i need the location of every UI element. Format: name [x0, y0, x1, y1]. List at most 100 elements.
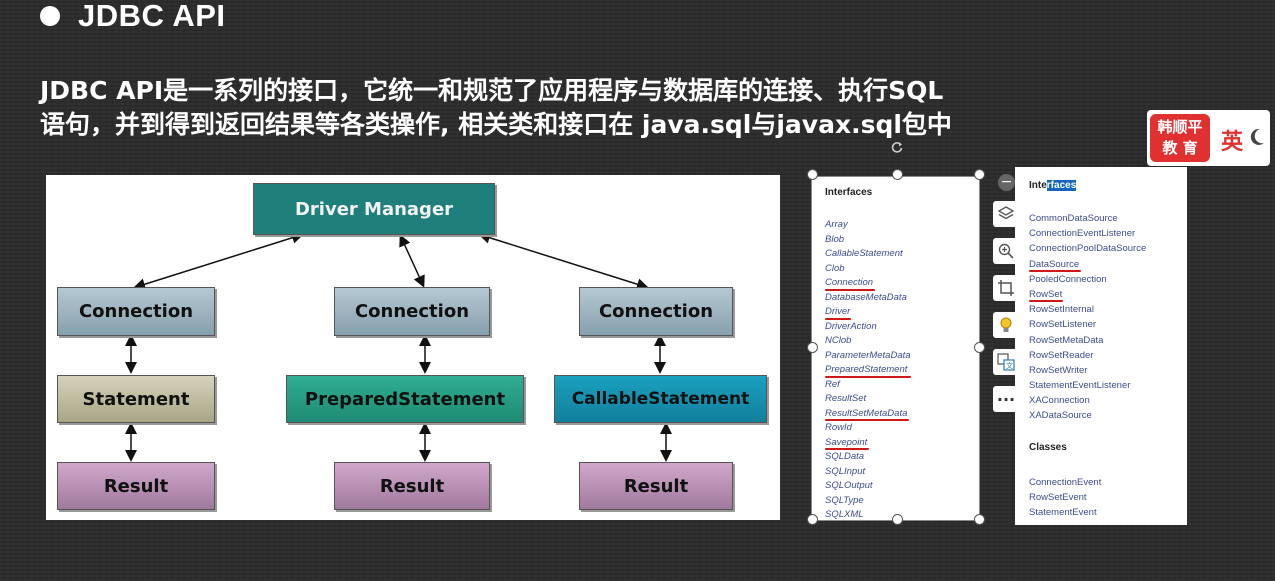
java-sql-interface-item-label: SQLInput: [825, 465, 866, 477]
callable-statement-box: CallableStatement: [554, 375, 767, 423]
javax-sql-interface-item: XADataSource: [1029, 408, 1187, 423]
brand-logo: 韩顺平 教 育: [1150, 114, 1210, 162]
svg-text:文: 文: [1006, 361, 1013, 370]
language-toggle[interactable]: 英: [1221, 124, 1243, 156]
driver-manager-box: Driver Manager: [253, 183, 495, 235]
slide-heading: JDBC API: [40, 0, 226, 36]
javax-sql-class-item: StatementEvent: [1029, 505, 1187, 520]
javax-sql-interface-item: RowSetWriter: [1029, 363, 1187, 378]
resize-handle-bottom-left[interactable]: [807, 514, 818, 525]
javax-sql-interface-item-label: RowSetReader: [1029, 349, 1094, 361]
javax-sql-interface-item-label: ConnectionEventListener: [1029, 228, 1136, 240]
connection-box-3: Connection: [579, 287, 733, 336]
java-sql-interface-item-label: Array: [825, 219, 848, 230]
java-sql-interface-item-label: Ref: [825, 378, 840, 390]
java-sql-interface-item: Blob: [825, 233, 979, 248]
java-sql-interface-item-label: SQLXML: [825, 509, 864, 520]
javax-sql-interface-item: XAConnection: [1029, 393, 1187, 408]
moon-icon[interactable]: [1249, 128, 1265, 150]
javax-sql-interface-item: RowSetListener: [1029, 317, 1187, 332]
arrow-dm-conn1: [133, 231, 304, 291]
java-sql-interface-item-label: Savepoint: [825, 436, 868, 448]
java-sql-interface-item: SQLType: [825, 494, 979, 509]
resize-handle-bottom[interactable]: [892, 514, 903, 525]
brand-badge[interactable]: 韩顺平 教 育 英: [1147, 110, 1270, 166]
java-sql-interface-list: Array Blob CallableStatement Clob Connection…: [825, 218, 979, 520]
rotate-icon[interactable]: [890, 139, 904, 158]
brand-logo-line1: 韩顺平: [1157, 118, 1203, 136]
resize-handle-top-right[interactable]: [974, 169, 985, 180]
java-sql-interface-item-label: ResultSetMetaData: [825, 407, 908, 419]
java-sql-interface-item: DatabaseMetaData: [825, 291, 979, 306]
javax-sql-class-item-label: StatementEvent: [1029, 507, 1097, 518]
java-sql-interface-item: PreparedStatement: [825, 363, 979, 378]
java-sql-interface-item-label: Connection: [825, 277, 874, 288]
statement-box: Statement: [57, 375, 215, 423]
minus-icon[interactable]: −: [998, 174, 1015, 191]
java-sql-interface-item-label: Blob: [825, 233, 845, 245]
java-sql-interface-item-label: SQLOutput: [825, 480, 873, 491]
javax-sql-interface-list: CommonDataSource ConnectionEventListener C…: [1029, 211, 1187, 424]
javax-interfaces-title-part1: Inte: [1029, 180, 1047, 191]
javax-sql-interface-item: RowSetMetaData: [1029, 333, 1187, 348]
javax-sql-interface-item: RowSetReader: [1029, 348, 1187, 363]
arrow-dm-conn3: [478, 231, 649, 291]
javax-sql-interface-item-label: RowSetMetaData: [1029, 334, 1104, 346]
interfaces-title: Interfaces: [825, 187, 873, 198]
description-line-2: 语句，并到得到返回结果等各类操作, 相关类和接口在 java.sql与javax…: [40, 110, 952, 139]
result-box-1: Result: [57, 462, 215, 510]
resize-handle-top-left[interactable]: [807, 169, 818, 180]
java-sql-interface-item: NClob: [825, 334, 979, 349]
javax-sql-interface-item-label: CommonDataSource: [1029, 213, 1118, 224]
brand-logo-line2: 教 育: [1162, 139, 1198, 157]
java-sql-interface-item: ResultSet: [825, 392, 979, 407]
javax-sql-interface-item-label: XADataSource: [1029, 410, 1092, 422]
resize-handle-left[interactable]: [807, 342, 818, 353]
java-sql-interface-item: RowId: [825, 421, 979, 436]
javax-sql-interface-item-label: PooledConnection: [1029, 273, 1107, 285]
java-sql-interface-item-label: ResultSet: [825, 393, 867, 404]
javax-sql-panel: Interfaces CommonDataSource ConnectionEve…: [1015, 167, 1187, 525]
resize-handle-bottom-right[interactable]: [974, 514, 985, 525]
java-sql-interface-item-label: Driver: [825, 306, 851, 317]
javax-sql-interface-item-label: ConnectionPoolDataSource: [1029, 243, 1147, 255]
javax-sql-interface-item: ConnectionPoolDataSource: [1029, 241, 1187, 256]
java-sql-interface-item: Array: [825, 218, 979, 233]
javax-sql-interface-item: ConnectionEventListener: [1029, 226, 1187, 241]
javax-sql-class-item: RowSetEvent: [1029, 490, 1187, 505]
java-sql-interface-item: CallableStatement: [825, 247, 979, 262]
java-sql-interface-item-label: RowId: [825, 422, 852, 433]
slide-description: JDBC API是一系列的接口，它统一和规范了应用程序与数据库的连接、执行SQL…: [40, 74, 1150, 142]
java-sql-interface-item-label: ParameterMetaData: [825, 349, 911, 361]
connection-box-2: Connection: [334, 287, 490, 336]
javax-sql-interface-item: DataSource: [1029, 257, 1187, 272]
javax-sql-class-item-label: ConnectionEvent: [1029, 476, 1102, 488]
javax-sql-interface-item-label: RowSetWriter: [1029, 364, 1088, 376]
javax-sql-interface-item: RowSet: [1029, 287, 1187, 303]
java-sql-interface-item: Clob: [825, 262, 979, 277]
java-sql-interface-item: Ref: [825, 378, 979, 393]
result-box-2: Result: [334, 462, 490, 510]
javax-sql-interface-item: CommonDataSource: [1029, 211, 1187, 226]
connection-box-1: Connection: [57, 287, 215, 336]
arrow-dm-conn2: [399, 234, 425, 288]
javax-sql-interface-item: PooledConnection: [1029, 272, 1187, 287]
java-sql-interface-item-label: PreparedStatement: [825, 364, 908, 375]
jdbc-architecture-diagram: Driver Manager Connection Connection Con…: [46, 175, 780, 520]
heading-text: JDBC API: [78, 0, 226, 33]
javax-interfaces-title: Interfaces: [1029, 180, 1187, 191]
javax-sql-interface-item-label: XAConnection: [1029, 395, 1090, 407]
java-sql-interface-item: SQLInput: [825, 465, 979, 480]
javax-sql-interface-item-label: RowSetListener: [1029, 319, 1097, 331]
resize-handle-top[interactable]: [892, 169, 903, 180]
java-sql-interface-item-label: DatabaseMetaData: [825, 291, 907, 303]
java-sql-interface-item-label: CallableStatement: [825, 248, 903, 259]
javax-sql-interface-item: RowSetInternal: [1029, 302, 1187, 317]
java-sql-interface-item: Connection: [825, 276, 979, 291]
java-sql-interfaces-panel[interactable]: Interfaces Array Blob CallableStatement Clo…: [811, 176, 980, 521]
java-sql-interface-item: DriverAction: [825, 320, 979, 335]
classes-title: Classes: [1029, 441, 1067, 453]
resize-handle-right[interactable]: [974, 342, 985, 353]
javax-sql-class-item-label: RowSetEvent: [1029, 491, 1087, 503]
javax-sql-interface-item-label: RowSetInternal: [1029, 304, 1094, 316]
